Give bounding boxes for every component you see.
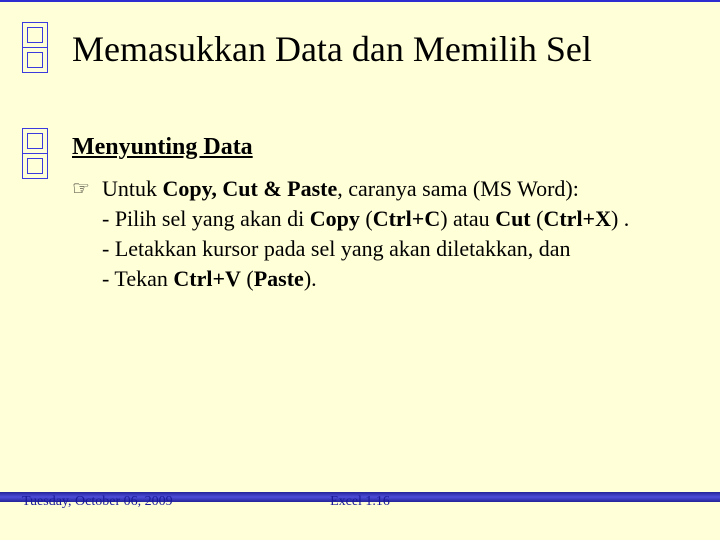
slide-title: Memasukkan Data dan Memilih Sel: [72, 28, 592, 70]
corner-ornament-body: [22, 128, 48, 179]
slide: Memasukkan Data dan Memilih Sel Menyunti…: [0, 0, 720, 540]
footer-page-label: Excel 1.16: [0, 494, 720, 510]
corner-ornament-top: [22, 22, 48, 73]
square-icon: [22, 47, 48, 73]
body-text: ☞ Untuk Copy, Cut & Paste, caranya sama …: [72, 174, 672, 294]
bullet-sub-line: - Letakkan kursor pada sel yang akan dil…: [102, 234, 672, 264]
text: (: [241, 266, 254, 291]
text: Untuk: [102, 176, 163, 201]
text: (: [360, 206, 373, 231]
text: ) .: [611, 206, 629, 231]
top-rule: [0, 0, 720, 2]
text: - Pilih sel yang akan di: [102, 206, 310, 231]
text-bold: Ctrl+V: [173, 266, 241, 291]
square-icon: [22, 153, 48, 179]
bullet-lead-line: Untuk Copy, Cut & Paste, caranya sama (M…: [102, 174, 579, 204]
text: (: [531, 206, 544, 231]
pointing-hand-icon: ☞: [72, 174, 102, 204]
square-icon: [22, 128, 48, 154]
text: - Tekan: [102, 266, 173, 291]
text-bold: Ctrl+X: [543, 206, 611, 231]
text-bold: Paste: [254, 266, 304, 291]
square-icon: [22, 22, 48, 48]
slide-subtitle: Menyunting Data: [72, 134, 253, 161]
text-bold: Cut: [495, 206, 530, 231]
bullet-sub-line: - Pilih sel yang akan di Copy (Ctrl+C) a…: [102, 204, 672, 234]
bullet-item: ☞ Untuk Copy, Cut & Paste, caranya sama …: [72, 174, 672, 204]
text: ) atau: [440, 206, 495, 231]
bullet-sub-line: - Tekan Ctrl+V (Paste).: [102, 264, 672, 294]
text-bold: Ctrl+C: [373, 206, 441, 231]
text: ).: [304, 266, 317, 291]
text-bold: Copy: [310, 206, 360, 231]
text: , caranya sama (MS Word):: [337, 176, 579, 201]
text-bold: Copy, Cut & Paste: [163, 176, 338, 201]
